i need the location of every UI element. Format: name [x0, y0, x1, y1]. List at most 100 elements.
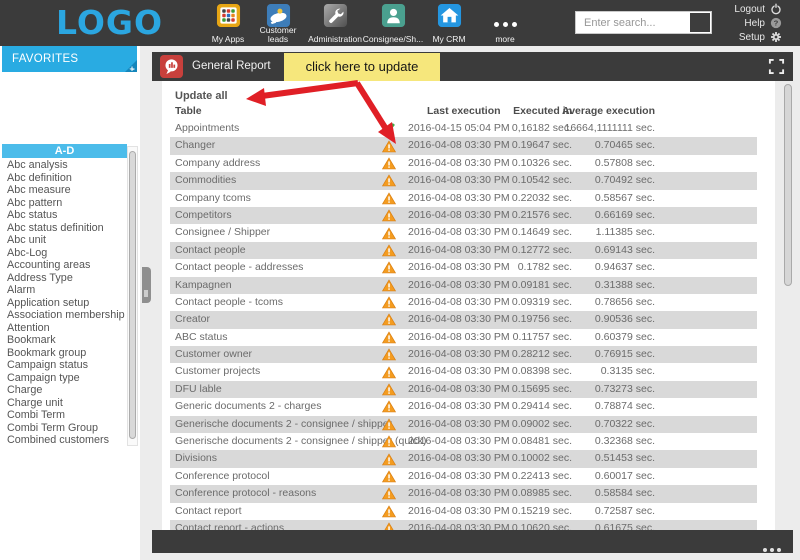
- admin-item-combi-term-group[interactable]: Combi Term Group: [0, 422, 127, 435]
- admin-item-attention[interactable]: Attention: [0, 322, 127, 335]
- admin-item-abc-status-definition[interactable]: Abc status definition: [0, 222, 127, 235]
- table-row[interactable]: Commodities 2016-04-08 03:30 PM 0.10542 …: [170, 172, 757, 189]
- search-button[interactable]: [690, 13, 710, 32]
- warning-icon[interactable]: [382, 416, 400, 433]
- quicklink-help[interactable]: Help ?: [734, 16, 782, 30]
- warning-icon[interactable]: [382, 259, 400, 276]
- admin-item-campaign-type[interactable]: Campaign type: [0, 372, 127, 385]
- table-row[interactable]: Changer 2016-04-08 03:30 PM 0.19647 sec.…: [170, 137, 757, 154]
- table-row[interactable]: Appointments 2016-04-15 05:04 PM 0,16182…: [170, 120, 757, 137]
- admin-item-bookmark-group[interactable]: Bookmark group: [0, 347, 127, 360]
- warning-icon[interactable]: [382, 224, 400, 241]
- table-row[interactable]: ABC status 2016-04-08 03:30 PM 0.11757 s…: [170, 329, 757, 346]
- admin-item-association-membership[interactable]: Association membership: [0, 309, 127, 322]
- app-item-more[interactable]: more: [470, 3, 540, 45]
- table-row[interactable]: Contact people - addresses 2016-04-08 03…: [170, 259, 757, 276]
- wrench-icon: [323, 3, 348, 28]
- table-row[interactable]: Contact report 2016-04-08 03:30 PM 0.152…: [170, 503, 757, 520]
- admin-item-abc-definition[interactable]: Abc definition: [0, 172, 127, 185]
- admin-item-combi-term[interactable]: Combi Term: [0, 409, 127, 422]
- table-row[interactable]: Company address 2016-04-08 03:30 PM 0.10…: [170, 155, 757, 172]
- column-header-average-execution: Average execution: [522, 105, 655, 117]
- quicklink-setup[interactable]: Setup: [734, 30, 782, 44]
- sidebar-scrollbar-thumb[interactable]: [129, 151, 136, 439]
- warning-icon[interactable]: [382, 277, 400, 294]
- power-icon: [770, 3, 782, 15]
- admin-item-combined-customers[interactable]: Combined customers: [0, 434, 127, 447]
- column-header-table: Table: [175, 105, 202, 117]
- table-row[interactable]: Contact people 2016-04-08 03:30 PM 0.127…: [170, 242, 757, 259]
- admin-item-abc-status[interactable]: Abc status: [0, 209, 127, 222]
- topbar: LOGO My Apps Customer leads Administrati…: [0, 0, 800, 46]
- table-row[interactable]: Conference protocol - reasons 2016-04-08…: [170, 485, 757, 502]
- table-row[interactable]: Competitors 2016-04-08 03:30 PM 0.21576 …: [170, 207, 757, 224]
- warning-icon[interactable]: [382, 207, 400, 224]
- sidebar-scrollbar: [127, 146, 138, 446]
- admin-item-alarm[interactable]: Alarm: [0, 284, 127, 297]
- help-icon: ?: [770, 17, 782, 29]
- table-row[interactable]: DFU lable 2016-04-08 03:30 PM 0.15695 se…: [170, 381, 757, 398]
- warning-icon[interactable]: [382, 329, 400, 346]
- admin-item-application-setup[interactable]: Application setup: [0, 297, 127, 310]
- warning-icon[interactable]: [382, 433, 400, 450]
- sidebar-splitter-handle[interactable]: [142, 267, 151, 303]
- home-icon: [437, 3, 462, 28]
- quicklinks: Logout Help ? Setup: [734, 2, 782, 44]
- table-row[interactable]: Customer owner 2016-04-08 03:30 PM 0.282…: [170, 346, 757, 363]
- report-table-body: Appointments 2016-04-15 05:04 PM 0,16182…: [170, 120, 757, 530]
- admin-item-accounting-areas[interactable]: Accounting areas: [0, 259, 127, 272]
- table-row[interactable]: Generic documents 2 - charges 2016-04-08…: [170, 398, 757, 415]
- fullscreen-button[interactable]: [768, 58, 785, 75]
- warning-icon[interactable]: [382, 155, 400, 172]
- admin-item-list: Abc analysis Abc definition Abc measure …: [0, 159, 127, 447]
- admin-item-charge-unit[interactable]: Charge unit: [0, 397, 127, 410]
- apps-grid-icon: [216, 3, 241, 28]
- warning-icon[interactable]: [382, 242, 400, 259]
- bottombar-more-dots[interactable]: [760, 539, 781, 557]
- admin-item-charge[interactable]: Charge: [0, 384, 127, 397]
- warning-icon[interactable]: [382, 294, 400, 311]
- admin-item-abc-unit[interactable]: Abc unit: [0, 234, 127, 247]
- warning-icon[interactable]: [382, 450, 400, 467]
- warning-icon[interactable]: [382, 311, 400, 328]
- ok-icon[interactable]: [382, 120, 400, 137]
- update-all-link[interactable]: Update all: [175, 90, 228, 102]
- admin-item-address-type[interactable]: Address Type: [0, 272, 127, 285]
- warning-icon[interactable]: [382, 137, 400, 154]
- admin-item-abc-analysis[interactable]: Abc analysis: [0, 159, 127, 172]
- admin-item-abc-pattern[interactable]: Abc pattern: [0, 197, 127, 210]
- table-row[interactable]: Conference protocol 2016-04-08 03:30 PM …: [170, 468, 757, 485]
- table-row[interactable]: Divisions 2016-04-08 03:30 PM 0.10002 se…: [170, 450, 757, 467]
- search-input[interactable]: [576, 12, 688, 33]
- table-row[interactable]: Contact people - tcoms 2016-04-08 03:30 …: [170, 294, 757, 311]
- admin-item-abc-log[interactable]: Abc-Log: [0, 247, 127, 260]
- warning-icon[interactable]: [382, 363, 400, 380]
- admin-item-abc-measure[interactable]: Abc measure: [0, 184, 127, 197]
- search-box: [575, 11, 712, 34]
- table-row[interactable]: Customer projects 2016-04-08 03:30 PM 0.…: [170, 363, 757, 380]
- warning-icon[interactable]: [382, 172, 400, 189]
- sidebar-section-favorites[interactable]: FAVORITES +: [2, 46, 137, 72]
- more-dots-icon: [470, 14, 540, 32]
- warning-icon[interactable]: [382, 190, 400, 207]
- table-row[interactable]: Creator 2016-04-08 03:30 PM 0.19756 sec.…: [170, 311, 757, 328]
- quicklink-logout[interactable]: Logout: [734, 2, 782, 16]
- table-row[interactable]: Company tcoms 2016-04-08 03:30 PM 0.2203…: [170, 190, 757, 207]
- letter-group-header: A-D: [2, 144, 127, 158]
- warning-icon[interactable]: [382, 503, 400, 520]
- admin-item-campaign-status[interactable]: Campaign status: [0, 359, 127, 372]
- table-row[interactable]: Generische documents 2 - consignee / shi…: [170, 416, 757, 433]
- table-row[interactable]: Contact report - actions 2016-04-08 03:3…: [170, 520, 757, 530]
- warning-icon[interactable]: [382, 468, 400, 485]
- warning-icon[interactable]: [382, 381, 400, 398]
- table-row[interactable]: Kampagnen 2016-04-08 03:30 PM 0.09181 se…: [170, 277, 757, 294]
- admin-item-bookmark[interactable]: Bookmark: [0, 334, 127, 347]
- table-row[interactable]: Generische documents 2 - consignee / shi…: [170, 433, 757, 450]
- table-row[interactable]: Consignee / Shipper 2016-04-08 03:30 PM …: [170, 224, 757, 241]
- callout-tooltip: click here to update: [284, 53, 440, 81]
- warning-icon[interactable]: [382, 485, 400, 502]
- warning-icon[interactable]: [382, 346, 400, 363]
- warning-icon[interactable]: [382, 398, 400, 415]
- warning-icon[interactable]: [382, 520, 400, 530]
- content-scrollbar-thumb[interactable]: [784, 84, 792, 286]
